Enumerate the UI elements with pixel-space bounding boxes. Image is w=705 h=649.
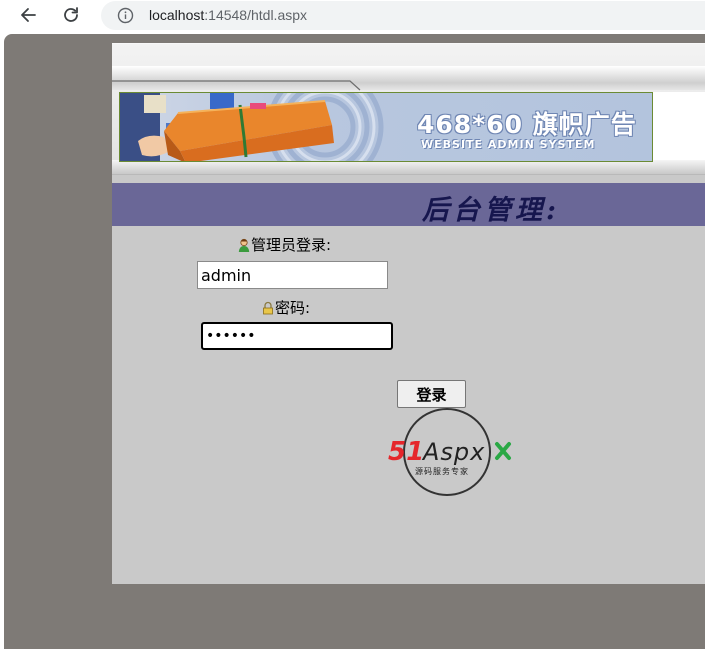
logo-tagline: 源码服务专家	[415, 466, 469, 476]
reload-button[interactable]	[57, 3, 85, 27]
site-info-icon[interactable]	[117, 7, 134, 24]
logo-brand-number: 51	[388, 437, 424, 467]
url-text: localhost:14548/htdl.aspx	[149, 7, 308, 23]
page-title: 后台管理:	[422, 195, 560, 226]
banner-subtitle: WEBSITE ADMIN SYSTEM	[421, 138, 596, 151]
username-input[interactable]	[197, 261, 388, 289]
username-label: 管理员登录:	[238, 234, 331, 255]
admin-frame: 468*60 旗帜广告 WEBSITE ADMIN SYSTEM 后台管理: 管…	[112, 43, 705, 584]
username-label-text: 管理员登录:	[251, 236, 332, 254]
header-stripe-lower	[112, 160, 705, 175]
ad-banner[interactable]: 468*60 旗帜广告 WEBSITE ADMIN SYSTEM	[119, 92, 653, 162]
admin-user-icon	[238, 238, 250, 252]
password-label-text: 密码:	[275, 299, 311, 317]
lock-icon	[263, 301, 273, 314]
reload-icon	[64, 7, 78, 22]
page-title-bar: 后台管理:	[112, 183, 705, 226]
51aspx-logo: 51 Aspx 源码服务专家	[388, 408, 511, 496]
browser-toolbar: localhost:14548/htdl.aspx	[0, 0, 705, 34]
header-area: 468*60 旗帜广告 WEBSITE ADMIN SYSTEM	[112, 43, 705, 175]
header-side-panel	[648, 92, 705, 162]
password-input[interactable]	[201, 322, 393, 350]
address-bar[interactable]: localhost:14548/htdl.aspx	[101, 1, 705, 30]
back-button[interactable]	[14, 3, 42, 27]
banner-title: 468*60 旗帜广告	[417, 110, 637, 139]
page-viewport: 468*60 旗帜广告 WEBSITE ADMIN SYSTEM 后台管理: 管…	[4, 34, 705, 649]
logo-brand-text: Aspx	[421, 438, 485, 466]
back-arrow-icon	[21, 8, 36, 22]
password-label: 密码:	[262, 297, 310, 318]
